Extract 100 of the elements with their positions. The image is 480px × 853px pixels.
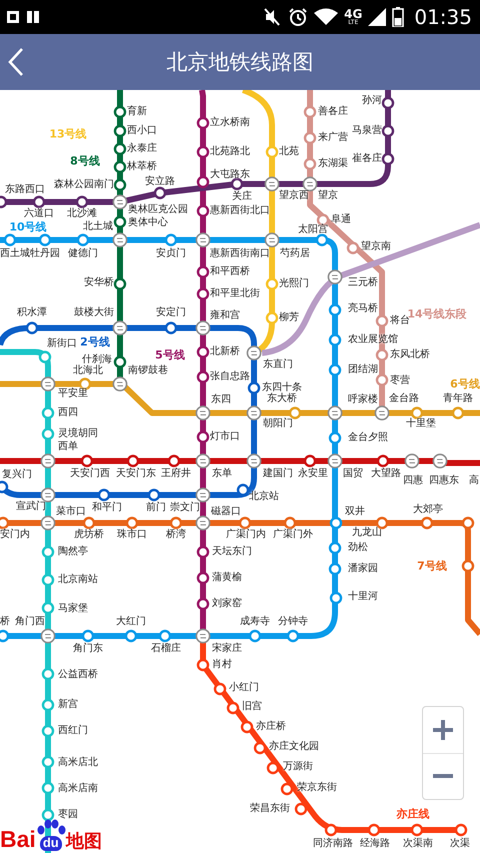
station-marker[interactable] [410, 406, 424, 420]
station-marker[interactable] [288, 406, 302, 420]
transfer-icon[interactable] [196, 488, 210, 502]
station-marker[interactable] [238, 516, 252, 530]
station-marker[interactable] [76, 196, 88, 208]
station-marker[interactable] [196, 546, 210, 558]
station-marker[interactable] [42, 808, 54, 822]
station-marker[interactable] [376, 454, 390, 468]
station-marker[interactable] [284, 516, 296, 530]
station-marker[interactable] [328, 432, 342, 444]
station-marker[interactable] [196, 370, 210, 384]
transfer-icon[interactable] [328, 454, 342, 468]
station-marker[interactable] [328, 562, 342, 576]
station-marker[interactable] [346, 242, 360, 254]
transfer-icon[interactable] [40, 488, 56, 502]
station-marker[interactable] [196, 430, 210, 444]
station-marker[interactable] [328, 304, 342, 316]
station-marker[interactable] [196, 288, 210, 300]
station-marker[interactable] [164, 234, 178, 246]
station-marker[interactable] [42, 756, 54, 768]
transfer-icon[interactable] [432, 454, 448, 468]
station-marker[interactable] [38, 350, 52, 364]
station-marker[interactable] [42, 782, 54, 794]
station-marker[interactable] [0, 196, 8, 208]
station-marker[interactable] [248, 630, 262, 642]
station-marker[interactable] [32, 196, 46, 208]
transfer-icon[interactable] [196, 232, 210, 248]
station-marker[interactable] [454, 824, 468, 836]
station-marker[interactable] [462, 560, 474, 572]
transfer-icon[interactable] [40, 454, 56, 468]
station-marker[interactable] [196, 116, 210, 130]
station-marker[interactable] [304, 454, 316, 468]
station-marker[interactable] [170, 516, 182, 530]
station-marker[interactable] [196, 176, 210, 188]
transfer-icon[interactable] [302, 176, 318, 192]
station-marker[interactable] [328, 542, 342, 554]
station-marker[interactable] [124, 630, 138, 642]
transfer-icon[interactable] [112, 320, 128, 336]
station-marker[interactable] [324, 824, 338, 836]
station-marker[interactable] [328, 334, 342, 346]
station-marker[interactable] [0, 630, 10, 642]
station-marker[interactable] [42, 574, 54, 586]
station-marker[interactable] [80, 454, 94, 468]
station-marker[interactable] [196, 598, 210, 610]
station-marker[interactable] [462, 516, 474, 530]
station-marker[interactable] [410, 824, 424, 836]
station-marker[interactable] [114, 278, 126, 290]
station-marker[interactable] [164, 322, 178, 334]
transfer-icon[interactable] [112, 232, 128, 248]
station-marker[interactable] [196, 346, 210, 358]
station-marker[interactable] [168, 454, 180, 468]
station-marker[interactable] [26, 322, 38, 334]
transfer-icon[interactable] [196, 320, 210, 336]
station-marker[interactable] [266, 762, 280, 774]
station-marker[interactable] [114, 356, 126, 368]
station-marker[interactable] [330, 516, 342, 530]
station-marker[interactable] [82, 630, 94, 642]
station-marker[interactable] [230, 178, 244, 190]
station-marker[interactable] [114, 178, 126, 192]
station-marker[interactable] [382, 96, 394, 110]
transfer-icon[interactable] [246, 406, 262, 420]
station-marker[interactable] [226, 702, 240, 714]
station-marker[interactable] [376, 314, 388, 328]
transfer-icon[interactable] [404, 454, 420, 468]
station-marker[interactable] [148, 488, 160, 502]
station-marker[interactable] [420, 516, 434, 530]
station-marker[interactable] [154, 186, 166, 200]
station-marker[interactable] [42, 724, 54, 738]
station-marker[interactable] [126, 454, 140, 468]
station-marker[interactable] [42, 602, 54, 614]
station-marker[interactable] [42, 668, 54, 680]
transfer-icon[interactable] [196, 454, 210, 468]
station-marker[interactable] [286, 630, 300, 642]
station-marker[interactable] [82, 516, 96, 530]
station-marker[interactable] [42, 546, 54, 558]
station-marker[interactable] [76, 234, 90, 246]
station-marker[interactable] [158, 630, 172, 642]
station-marker[interactable] [452, 406, 464, 420]
station-marker[interactable] [304, 158, 316, 170]
transfer-icon[interactable] [196, 406, 210, 420]
station-marker[interactable] [376, 374, 388, 386]
station-marker[interactable] [254, 742, 266, 754]
station-marker[interactable] [316, 234, 328, 246]
station-marker[interactable] [196, 572, 210, 584]
station-marker[interactable] [0, 516, 10, 530]
station-marker[interactable] [196, 146, 210, 158]
transfer-icon[interactable] [246, 346, 262, 360]
station-marker[interactable] [0, 480, 8, 494]
station-marker[interactable] [196, 266, 210, 278]
station-marker[interactable] [368, 824, 380, 836]
transfer-icon[interactable] [196, 516, 210, 530]
station-marker[interactable] [240, 720, 254, 734]
transfer-icon[interactable] [264, 176, 280, 192]
station-marker[interactable] [4, 234, 16, 246]
station-marker[interactable] [196, 658, 210, 672]
station-marker[interactable] [114, 142, 126, 156]
station-marker[interactable] [38, 234, 52, 246]
station-marker[interactable] [196, 204, 210, 218]
station-marker[interactable] [114, 216, 126, 228]
subway-map[interactable] [0, 90, 480, 853]
